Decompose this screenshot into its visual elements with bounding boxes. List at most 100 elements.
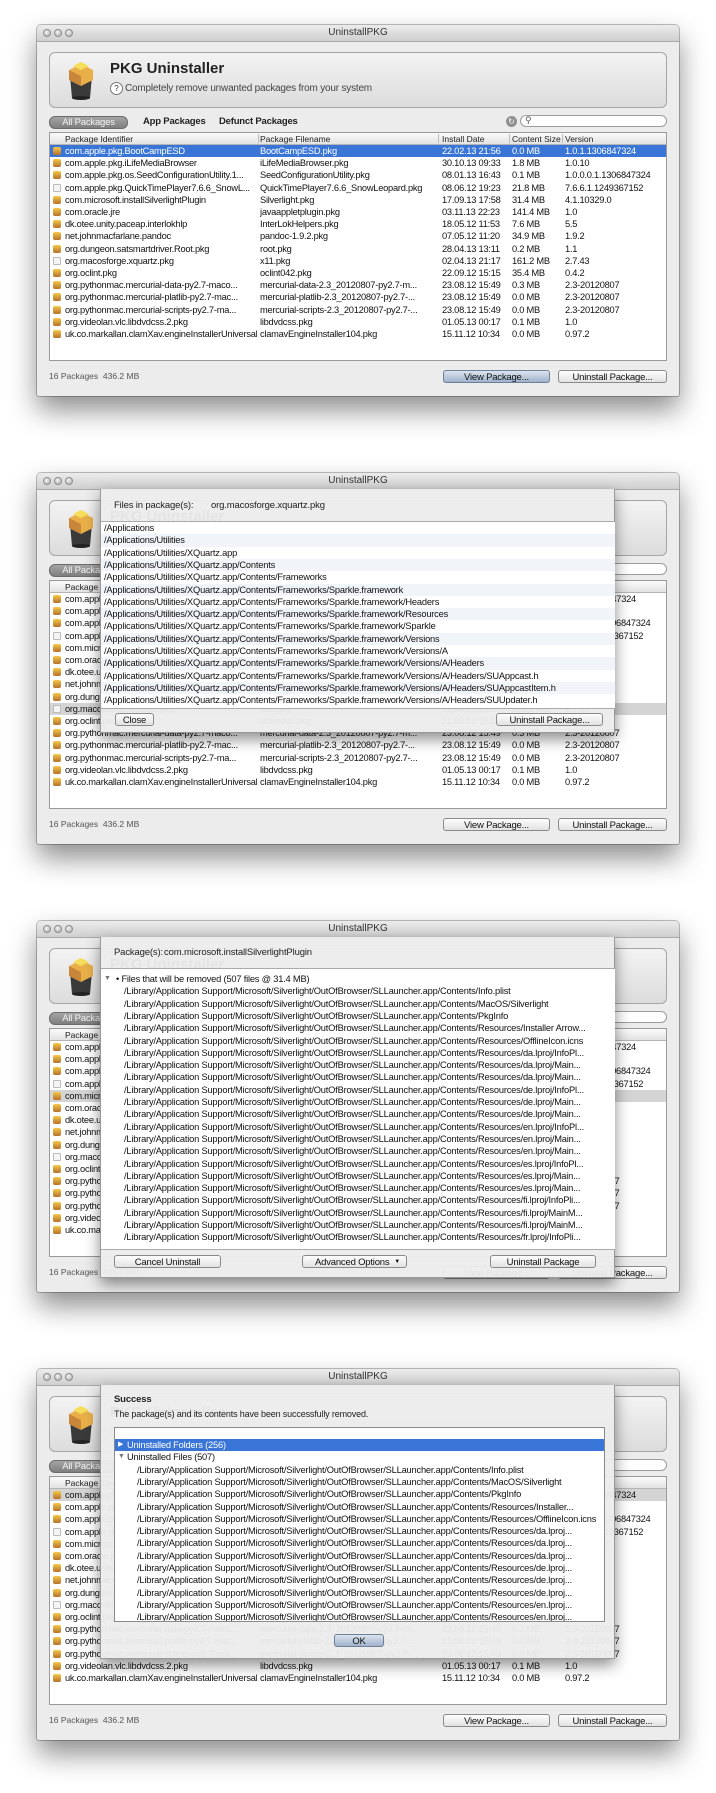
file-row[interactable]: /Library/Application Support/Microsoft/S… <box>101 1071 615 1083</box>
file-row[interactable]: /Library/Application Support/Microsoft/S… <box>115 1599 604 1611</box>
table-row[interactable]: net.johnmacfarlane.pandoc pandoc-1.9.2.pk… <box>50 230 666 242</box>
close-button[interactable]: Close <box>115 713 154 726</box>
file-row[interactable]: /Applications <box>101 522 615 534</box>
file-row[interactable]: /Applications/Utilities/XQuartz.app/Cont… <box>101 608 615 621</box>
file-row[interactable]: /Library/Application Support/Microsoft/S… <box>101 1219 615 1231</box>
column-header[interactable]: Version <box>565 134 593 144</box>
file-row[interactable]: /Library/Application Support/Microsoft/S… <box>101 1096 615 1108</box>
packages-table[interactable]: Package Identifier Package Filename Instal… <box>49 132 667 361</box>
uninstall-package-button[interactable]: Uninstall Package... <box>558 1714 667 1727</box>
disclosure-triangle-icon[interactable]: ▼ <box>104 973 111 985</box>
table-row[interactable]: org.pythonmac.mercurial-scripts-py2.7-ma… <box>50 752 666 764</box>
file-row[interactable]: /Library/Application Support/Microsoft/S… <box>115 1562 604 1574</box>
table-row[interactable]: org.videolan.vlc.libdvdcss.2.pkg libdvdcs… <box>50 316 666 328</box>
file-row[interactable]: /Library/Application Support/Microsoft/S… <box>101 1231 615 1243</box>
uninstalled-folders-row[interactable]: ▶ Uninstalled Folders (256) <box>115 1439 604 1452</box>
table-row[interactable]: com.oracle.jre javaappletplugin.pkg 03.11.… <box>50 206 666 218</box>
column-header[interactable]: Install Date <box>442 134 485 144</box>
view-package-button[interactable]: View Package... <box>443 1714 550 1727</box>
tab-defunct-packages[interactable]: Defunct Packages <box>219 116 298 127</box>
file-row[interactable]: /Applications/Utilities/XQuartz.app/Cont… <box>101 583 615 596</box>
table-row[interactable]: org.pythonmac.mercurial-data-py2.7-maco.… <box>50 279 666 291</box>
table-row[interactable]: org.pythonmac.mercurial-platlib-py2.7-ma… <box>50 291 666 303</box>
tab-all-packages[interactable]: All Packages <box>49 116 128 129</box>
file-row[interactable]: /Library/Application Support/Microsoft/S… <box>115 1501 604 1513</box>
cancel-uninstall-button[interactable]: Cancel Uninstall <box>114 1255 221 1268</box>
file-row[interactable]: /Library/Application Support/Microsoft/S… <box>101 1010 615 1022</box>
table-row[interactable]: org.dungeon.satsmartdriver.Root.pkg root.… <box>50 243 666 255</box>
file-row[interactable]: /Library/Application Support/Microsoft/S… <box>115 1488 604 1500</box>
file-row[interactable]: /Library/Application Support/Microsoft/S… <box>115 1574 604 1586</box>
file-row[interactable]: /Library/Application Support/Microsoft/S… <box>101 1158 615 1170</box>
file-row[interactable]: /Library/Application Support/Microsoft/S… <box>101 1047 615 1059</box>
file-row[interactable]: /Library/Application Support/Microsoft/S… <box>101 1035 615 1047</box>
table-row[interactable]: org.videolan.vlc.libdvdcss.2.pkg libdvdcs… <box>50 1660 666 1672</box>
file-row[interactable]: /Applications/Utilities/XQuartz.app/Cont… <box>101 657 615 670</box>
file-row[interactable]: /Library/Application Support/Microsoft/S… <box>101 1059 615 1071</box>
file-row[interactable]: /Library/Application Support/Microsoft/S… <box>115 1550 604 1562</box>
file-row[interactable]: /Applications/Utilities/XQuartz.app/Cont… <box>101 670 615 682</box>
table-row[interactable]: uk.co.markallan.clamXav.engineInstallerU… <box>50 328 666 340</box>
file-row[interactable]: /Library/Application Support/Microsoft/S… <box>101 1133 615 1145</box>
table-row[interactable]: com.apple.pkg.QuickTimePlayer7.6.6_SnowL… <box>50 182 666 194</box>
advanced-options-dropdown[interactable]: Advanced Options ▼ <box>302 1255 407 1268</box>
column-header[interactable]: Package Identifier <box>65 134 133 144</box>
file-row[interactable]: /Applications/Utilities/XQuartz.app/Cont… <box>101 571 615 583</box>
file-row[interactable]: /Library/Application Support/Microsoft/S… <box>101 998 615 1010</box>
refresh-icon[interactable]: ↻ <box>506 116 517 127</box>
file-row[interactable]: /Applications/Utilities/XQuartz.app/Cont… <box>101 620 615 632</box>
uninstall-package-button[interactable]: Uninstall Package <box>490 1255 596 1268</box>
file-row[interactable]: /Library/Application Support/Microsoft/S… <box>115 1587 604 1599</box>
uninstalled-items-list[interactable]: ▶ Uninstalled Folders (256) ▼ Uninstalled … <box>114 1427 605 1622</box>
file-row[interactable]: /Library/Application Support/Microsoft/S… <box>101 1145 615 1157</box>
files-group-row[interactable]: ▼ • Files that will be removed (507 files… <box>101 973 615 985</box>
title-bar[interactable]: UninstallPKG <box>37 1369 679 1386</box>
file-row[interactable]: /Library/Application Support/Microsoft/S… <box>101 1194 615 1206</box>
tab-app-packages[interactable]: App Packages <box>143 116 206 127</box>
file-row[interactable]: /Library/Application Support/Microsoft/S… <box>101 1022 615 1034</box>
file-row[interactable]: /Applications/Utilities/XQuartz.app/Cont… <box>101 694 615 706</box>
file-row[interactable]: /Applications/Utilities/XQuartz.app <box>101 547 615 559</box>
files-list[interactable]: /Applications/Applications/Utilities/App… <box>101 521 615 709</box>
title-bar[interactable]: UninstallPKG <box>37 473 679 490</box>
help-icon[interactable]: ? <box>110 82 123 95</box>
uninstalled-files-row[interactable]: ▼ Uninstalled Files (507) <box>115 1451 604 1463</box>
disclosure-triangle-expanded-icon[interactable]: ▼ <box>118 1451 125 1463</box>
table-row[interactable]: com.microsoft.installSilverlightPlugin Si… <box>50 194 666 206</box>
file-row[interactable]: /Library/Application Support/Microsoft/S… <box>115 1611 604 1621</box>
file-row[interactable]: /Library/Application Support/Microsoft/S… <box>115 1464 604 1476</box>
table-row[interactable]: org.macosforge.xquartz.pkg x11.pkg 02.04.1… <box>50 255 666 267</box>
file-row[interactable]: /Library/Application Support/Microsoft/S… <box>115 1537 604 1549</box>
view-package-button[interactable]: View Package... <box>443 818 550 831</box>
uninstall-package-button[interactable]: Uninstall Package... <box>496 713 603 726</box>
column-header[interactable]: Package Filename <box>260 134 330 144</box>
table-row[interactable]: org.pythonmac.mercurial-platlib-py2.7-ma… <box>50 739 666 751</box>
table-row[interactable]: com.apple.pkg.iLifeMediaBrowser iLifeMedi… <box>50 157 666 169</box>
file-row[interactable]: /Library/Application Support/Microsoft/S… <box>101 1170 615 1182</box>
file-row[interactable]: /Applications/Utilities/XQuartz.app/Cont… <box>101 681 615 695</box>
column-header[interactable]: Content Size <box>512 134 561 144</box>
file-row[interactable]: /Library/Application Support/Microsoft/S… <box>101 1182 615 1194</box>
file-row[interactable]: /Library/Application Support/Microsoft/S… <box>101 1207 615 1219</box>
view-package-button[interactable]: View Package... <box>443 370 550 383</box>
file-row[interactable]: /Applications/Utilities/XQuartz.app/Cont… <box>101 558 615 572</box>
uninstall-package-button[interactable]: Uninstall Package... <box>558 370 667 383</box>
title-bar[interactable]: UninstallPKG <box>37 25 679 42</box>
table-row[interactable]: dk.otee.unity.paceap.interlokhlp InterLok… <box>50 218 666 230</box>
table-row[interactable]: com.apple.pkg.BootCampESD BootCampESD.pkg… <box>50 145 666 157</box>
file-row[interactable]: /Library/Application Support/Microsoft/S… <box>101 985 615 997</box>
disclosure-triangle-collapsed-icon[interactable]: ▶ <box>118 1439 123 1451</box>
files-to-remove-list[interactable]: ▼ • Files that will be removed (507 files… <box>101 968 615 1250</box>
file-row[interactable]: /Library/Application Support/Microsoft/S… <box>101 1121 615 1133</box>
file-row[interactable]: /Library/Application Support/Microsoft/S… <box>115 1513 604 1525</box>
search-input[interactable]: ⚲ <box>520 115 667 127</box>
file-row[interactable]: /Applications/Utilities <box>101 534 615 547</box>
file-row[interactable]: /Library/Application Support/Microsoft/S… <box>115 1476 604 1488</box>
table-row[interactable]: org.videolan.vlc.libdvdcss.2.pkg libdvdcs… <box>50 764 666 776</box>
file-row[interactable]: /Library/Application Support/Microsoft/S… <box>101 1108 615 1120</box>
file-row[interactable]: /Library/Application Support/Microsoft/S… <box>101 1084 615 1096</box>
file-row[interactable]: /Library/Application Support/Microsoft/S… <box>115 1525 604 1537</box>
table-row[interactable]: uk.co.markallan.clamXav.engineInstallerU… <box>50 1672 666 1684</box>
uninstall-package-button[interactable]: Uninstall Package... <box>558 818 667 831</box>
title-bar[interactable]: UninstallPKG <box>37 921 679 938</box>
